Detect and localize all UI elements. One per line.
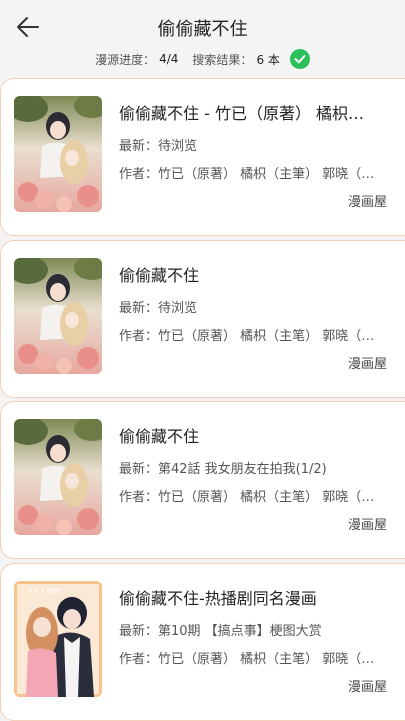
- card-title: 偷偷藏不住: [119, 266, 200, 285]
- svg-text:• • • HOT: • • • HOT: [28, 587, 63, 595]
- card-latest: 最新：第42話 我女朋友在拍我(1/2): [119, 462, 327, 477]
- card-title: 偷偷藏不住: [119, 427, 200, 446]
- card-source: 漫画屋: [347, 518, 387, 533]
- result-card[interactable]: 偷偷藏不住 最新：待浏览 作者：竹已（原著） 橘枳（主笔） 郭晓（… 漫画屋: [0, 240, 405, 398]
- card-latest: 最新：第10期 【搞点事】梗图大赏: [119, 624, 322, 639]
- result-card[interactable]: 偷偷藏不住 最新：第42話 我女朋友在拍我(1/2) 作者：竹已（原著） 橘枳（…: [0, 401, 405, 559]
- check-circle-icon: [289, 49, 310, 69]
- card-latest: 最新：待浏览: [119, 301, 198, 316]
- cover-image: [14, 419, 102, 535]
- progress-value: 4/4: [159, 52, 179, 66]
- page-title: 偷偷藏不住: [157, 19, 248, 40]
- card-source: 漫画屋: [347, 680, 387, 695]
- card-author: 作者：竹已（原著） 橘枳（主笔） 郭晓（…: [119, 329, 375, 344]
- card-source: 漫画屋: [347, 357, 387, 372]
- results-value: 6 本: [256, 52, 280, 67]
- cover-image: [14, 258, 102, 374]
- result-card[interactable]: 偷偷藏不住 - 竹已（原著） 橘枳… 最新：待浏览 作者：竹已（原著） 橘枳（主…: [0, 78, 405, 236]
- result-card[interactable]: • • • HOT 偷偷藏不住-热播剧同名漫画 最新：第10期 【搞点事】梗图大…: [0, 563, 405, 721]
- results-label: 搜索结果：: [192, 52, 253, 67]
- card-author: 作者：竹已（原著） 橘枳（主笔） 郭晓（…: [119, 652, 375, 667]
- card-author: 作者：竹已（原著） 橘枳（主笔） 郭晓（…: [119, 490, 375, 505]
- card-author: 作者：竹已（原著） 橘枳（主筆） 郭晓（…: [119, 167, 375, 182]
- search-status: 漫源进度： 4/4 搜索结果： 6 本: [0, 49, 405, 69]
- card-latest: 最新：待浏览: [119, 139, 198, 154]
- cover-image: [14, 96, 102, 212]
- card-title: 偷偷藏不住-热播剧同名漫画: [119, 589, 317, 608]
- card-source: 漫画屋: [347, 195, 387, 210]
- top-bar: 偷偷藏不住 漫源进度： 4/4 搜索结果： 6 本: [0, 0, 405, 76]
- cover-image: • • • HOT: [14, 581, 102, 697]
- progress-label: 漫源进度：: [95, 52, 156, 67]
- card-title: 偷偷藏不住 - 竹已（原著） 橘枳…: [119, 104, 365, 123]
